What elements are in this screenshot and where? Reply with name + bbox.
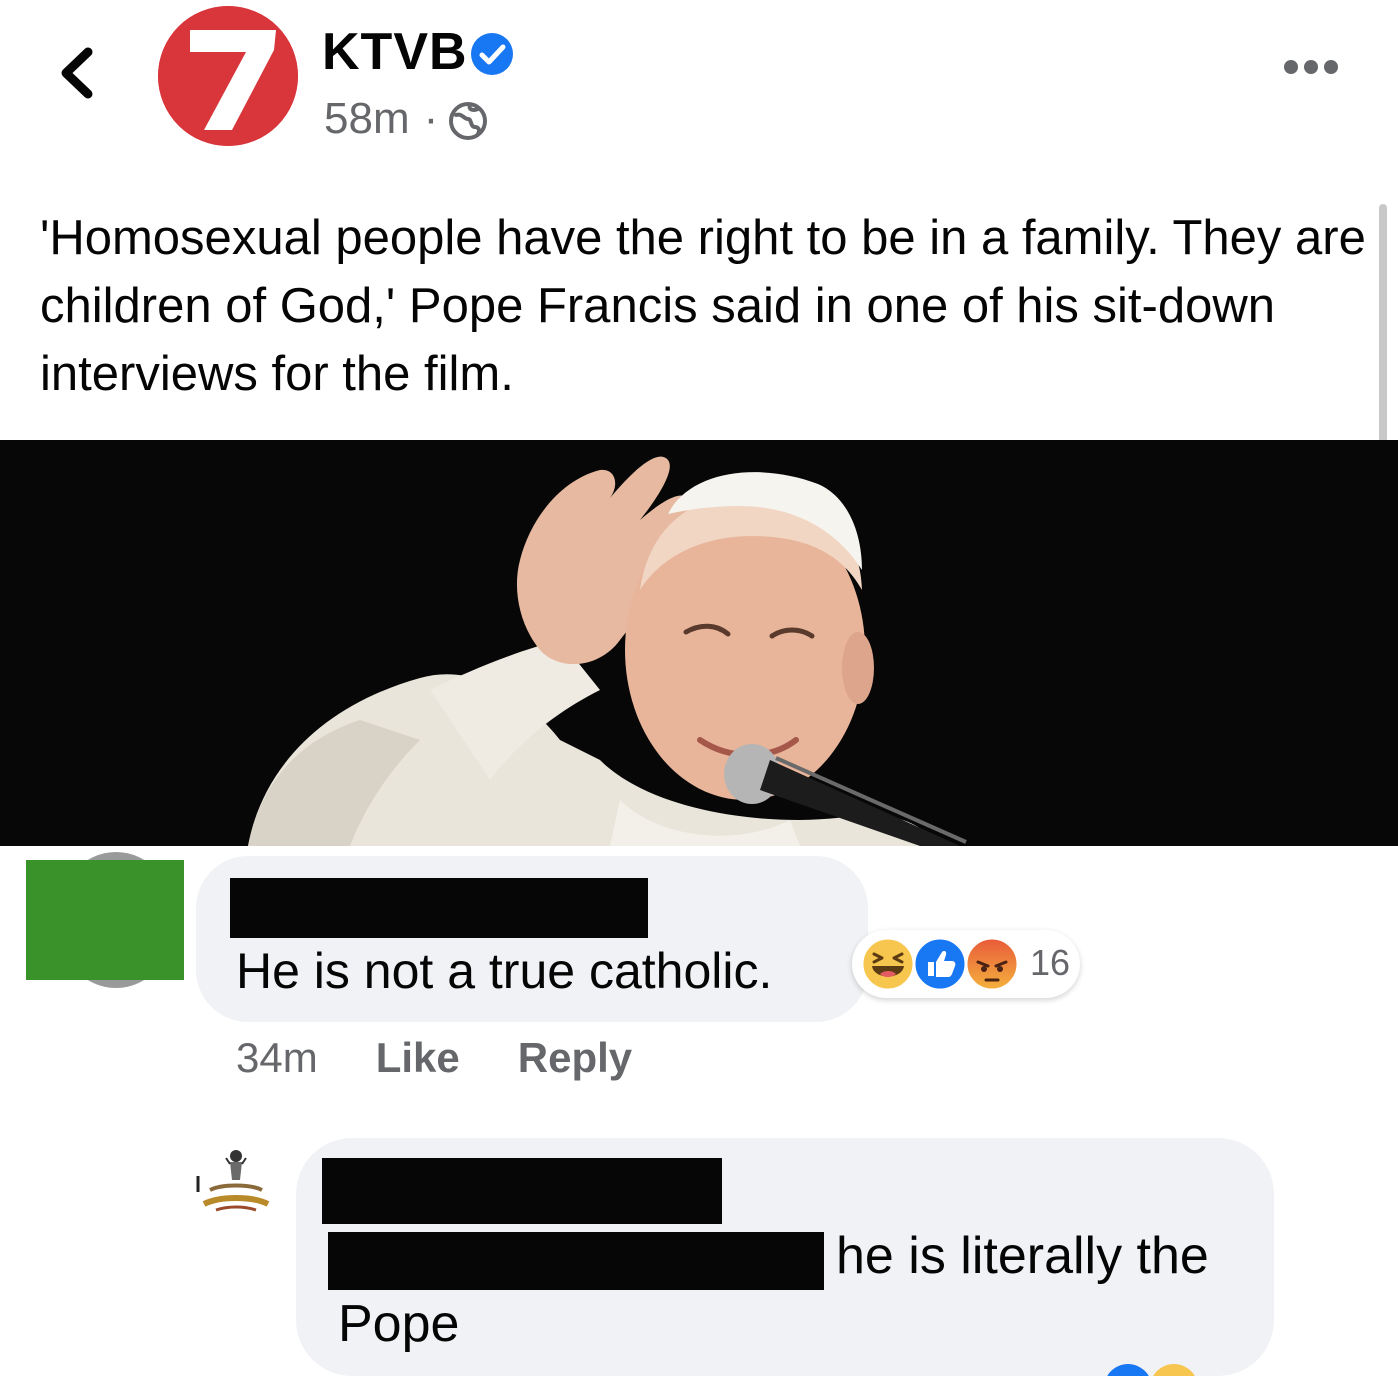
pope-waving-photo (0, 440, 1398, 846)
reply-text-line1: he is literally the (836, 1227, 1209, 1285)
reply-reaction-icons[interactable] (1096, 1360, 1206, 1376)
globe-icon (449, 102, 488, 140)
commenter-avatar[interactable] (26, 852, 184, 988)
more-dot (1284, 60, 1298, 74)
meta-separator: · (423, 94, 439, 143)
reply-button[interactable]: Reply (518, 1034, 632, 1082)
ktvb-logo (158, 6, 298, 146)
redacted-mention (328, 1232, 824, 1290)
comment-actions: 34m Like Reply (236, 1034, 632, 1082)
chevron-left-icon (61, 47, 93, 99)
back-button[interactable] (52, 40, 106, 106)
reaction-count: 16 (1030, 942, 1071, 983)
more-dot (1304, 60, 1318, 74)
like-button[interactable]: Like (376, 1034, 460, 1082)
comment-text: He is not a true catholic. (236, 943, 773, 999)
cartoon-avatar-image (196, 1140, 276, 1230)
scrollbar[interactable] (1379, 204, 1387, 444)
post-time[interactable]: 58m (324, 94, 410, 144)
more-options-button[interactable] (1284, 60, 1348, 86)
redacted-commenter-name (230, 878, 648, 938)
angry-reaction-icon (964, 936, 1020, 992)
page-name[interactable]: KTVB (322, 22, 468, 82)
verified-badge-icon (470, 32, 514, 76)
reply-text-line2: Pope (338, 1295, 460, 1353)
haha-reaction-icon (860, 936, 916, 992)
post-text: 'Homosexual people have the right to be … (40, 211, 1366, 401)
reaction-summary[interactable]: 16 (852, 930, 1080, 998)
comment-time[interactable]: 34m (236, 1034, 318, 1082)
more-dot (1324, 60, 1338, 74)
censored-avatar-overlay (26, 860, 184, 980)
redacted-reply-name (322, 1158, 722, 1224)
post-meta: 58m · (324, 94, 488, 144)
like-reaction-icon (912, 936, 968, 992)
post-photo[interactable] (0, 440, 1398, 846)
page-avatar[interactable] (158, 6, 298, 146)
reply-avatar[interactable] (196, 1140, 276, 1230)
